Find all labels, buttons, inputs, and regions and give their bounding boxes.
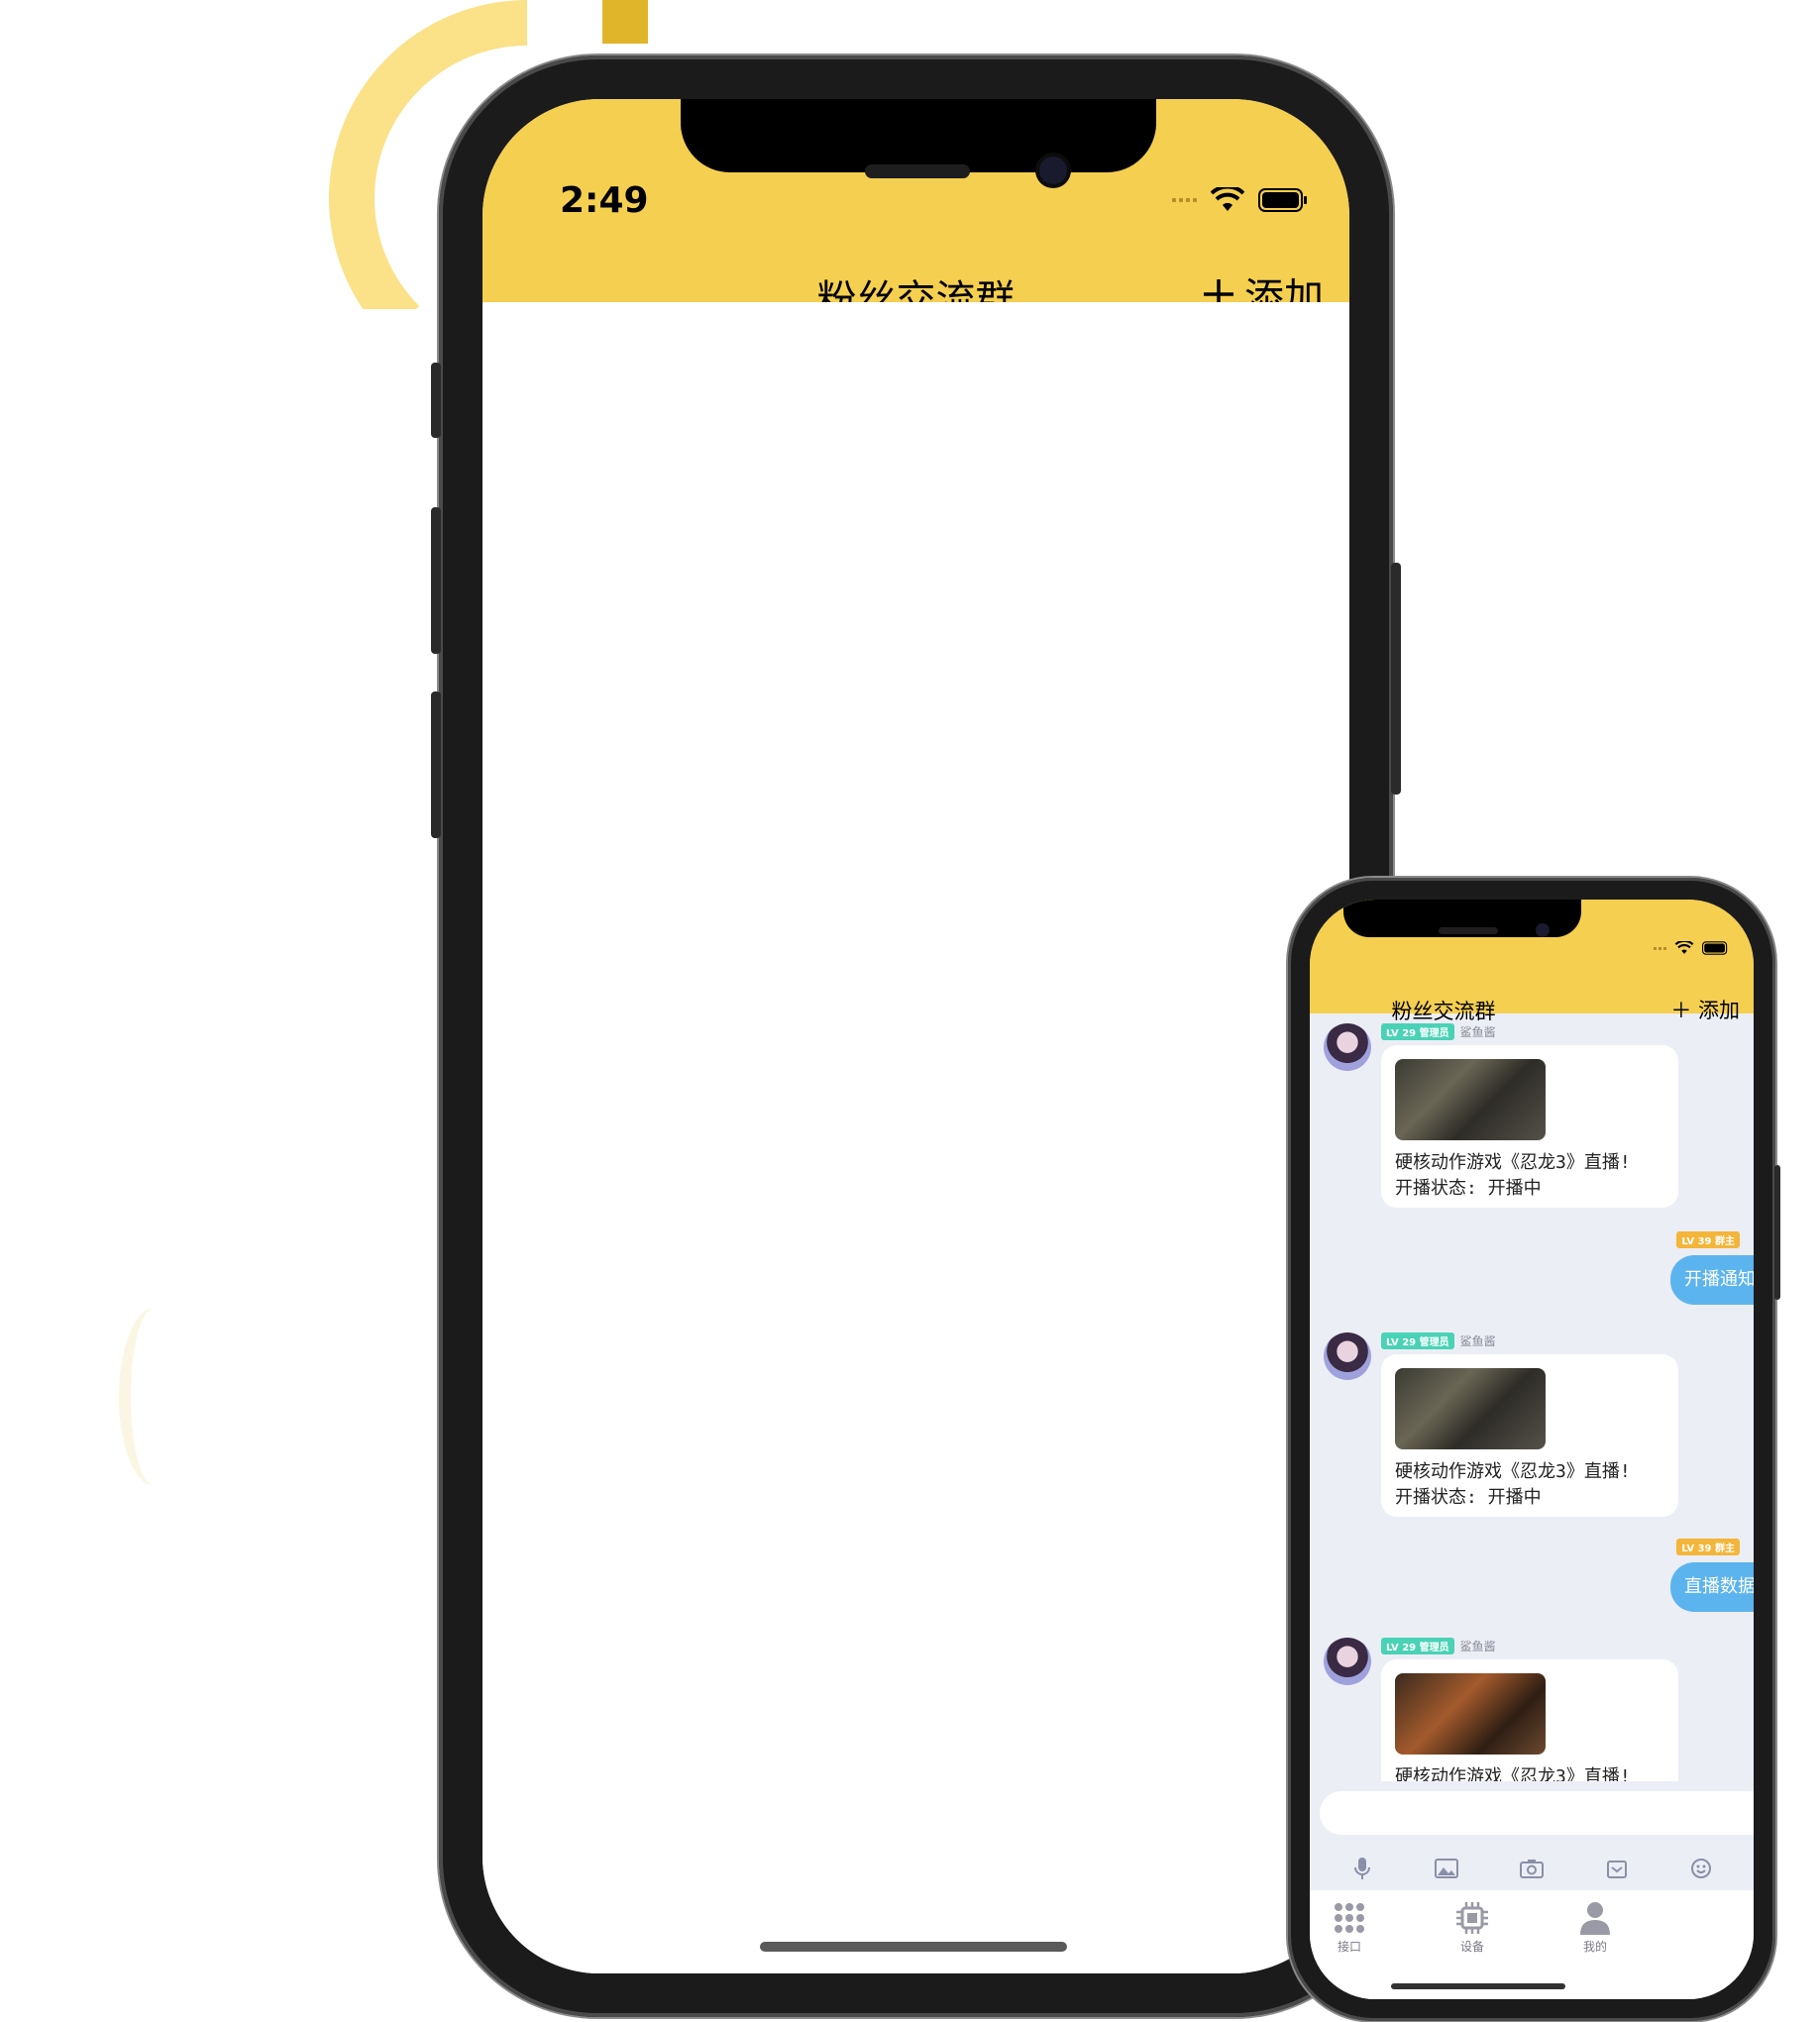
level-badge: LV 29 管理员	[1381, 1638, 1454, 1654]
user-icon	[1555, 1898, 1635, 1938]
home-indicator[interactable]	[760, 1942, 1067, 1952]
tab-label: 接口	[1337, 1940, 1361, 1954]
signal-icon	[1172, 198, 1197, 202]
card-title: 硬核动作游戏《忍龙3》直播!	[1395, 1152, 1631, 1173]
front-camera	[1039, 157, 1067, 184]
level-badge: LV 39 群主	[1676, 1539, 1740, 1555]
nickname: 鲨鱼酱	[1459, 1025, 1496, 1039]
chat-message: LV 29 管理员 鲨鱼酱 硬核动作游戏《忍龙3》直播! 开播状态: 开播中	[1324, 1023, 1680, 1212]
live-card[interactable]: 硬核动作游戏《忍龙3》直播! 开播状态: 开播中	[1381, 1354, 1678, 1517]
battery-icon	[1258, 188, 1307, 212]
sender-info: LV 29 管理员 鲨鱼酱	[1381, 1638, 1496, 1654]
chat-message: LV 29 管理员 鲨鱼酱 硬核动作游戏《忍龙3》直播! 开播状态: 开播中	[1324, 1332, 1680, 1521]
level-badge: LV 39 群主	[1676, 1231, 1740, 1248]
tab-device[interactable]: 设备	[1433, 1898, 1512, 1955]
tab-profile[interactable]: 我的	[1555, 1898, 1635, 1955]
live-thumbnail[interactable]	[1395, 1059, 1546, 1140]
content-area	[482, 302, 1349, 1973]
mic-icon[interactable]	[1349, 1857, 1375, 1880]
level-badge: LV 29 管理员	[1381, 1023, 1454, 1040]
live-thumbnail[interactable]	[1395, 1673, 1546, 1755]
card-title: 硬核动作游戏《忍龙3》直播!	[1395, 1461, 1631, 1482]
card-status: 开播状态: 开播中	[1395, 1178, 1542, 1199]
decorative-faint-arc	[119, 1308, 190, 1486]
wifi-icon	[1211, 187, 1244, 211]
phone-frame-large: 2:49 粉丝交流群 添加	[431, 55, 1401, 2017]
live-card[interactable]: 硬核动作游戏《忍龙3》直播! 开播状态: 开播中	[1381, 1045, 1678, 1208]
speaker	[1439, 927, 1498, 934]
notch	[681, 99, 1156, 172]
volume-up-button	[431, 507, 441, 654]
volume-down-button	[431, 692, 441, 838]
decorative-bar	[602, 0, 648, 44]
speaker	[865, 164, 970, 178]
tab-label: 我的	[1582, 1940, 1607, 1954]
status-icons	[1172, 184, 1308, 216]
front-camera	[1536, 923, 1550, 937]
power-button	[1391, 563, 1401, 795]
chip-icon	[1433, 1898, 1512, 1938]
nickname: 鲨鱼酱	[1459, 1334, 1496, 1348]
power-button	[1774, 1165, 1780, 1300]
live-card[interactable]: 硬核动作游戏《忍龙3》直播!	[1381, 1659, 1678, 1781]
avatar[interactable]	[1324, 1332, 1371, 1380]
nickname: 鲨鱼酱	[1459, 1640, 1496, 1653]
message-input[interactable]	[1320, 1791, 1754, 1835]
battery-icon	[1702, 941, 1728, 955]
message-bubble[interactable]: 开播通知	[1670, 1255, 1754, 1305]
signal-icon	[1654, 946, 1666, 950]
camera-icon[interactable]	[1519, 1857, 1545, 1880]
avatar[interactable]	[1324, 1638, 1371, 1685]
status-icons	[1654, 941, 1730, 955]
level-badge: LV 29 管理员	[1381, 1332, 1454, 1349]
side-button	[431, 363, 441, 438]
chat-message: LV 39 群主 直播数据	[1635, 1539, 1754, 1628]
phone-frame-small: 粉丝交流群 ＋ 添加 LV 29 管理员 鲨鱼酱 硬核动作游戏《忍龙3》直播! …	[1288, 878, 1780, 2021]
sender-info: LV 29 管理员 鲨鱼酱	[1381, 1023, 1496, 1040]
tab-label: 设备	[1459, 1940, 1484, 1954]
grid-icon	[1310, 1898, 1389, 1938]
screen-small: 粉丝交流群 ＋ 添加 LV 29 管理员 鲨鱼酱 硬核动作游戏《忍龙3》直播! …	[1310, 900, 1754, 1999]
status-time: 2:49	[560, 180, 649, 221]
chat-message: LV 39 群主 开播通知	[1635, 1231, 1754, 1321]
sender-info: LV 29 管理员 鲨鱼酱	[1381, 1332, 1496, 1349]
message-bubble[interactable]: 直播数据	[1670, 1562, 1754, 1612]
screen-large: 2:49 粉丝交流群 添加	[482, 99, 1349, 1973]
home-indicator[interactable]	[1391, 1983, 1565, 1989]
card-status: 开播状态: 开播中	[1395, 1487, 1542, 1508]
image-icon[interactable]	[1434, 1857, 1459, 1880]
live-thumbnail[interactable]	[1395, 1368, 1546, 1449]
tab-interface[interactable]: 接口	[1310, 1898, 1389, 1955]
card-title: 硬核动作游戏《忍龙3》直播!	[1395, 1766, 1631, 1781]
chat-message: LV 29 管理员 鲨鱼酱 硬核动作游戏《忍龙3》直播!	[1324, 1638, 1680, 1781]
gift-icon[interactable]	[1604, 1857, 1630, 1880]
chat-toolbar	[1310, 1847, 1754, 1890]
wifi-icon	[1674, 941, 1694, 954]
avatar[interactable]	[1324, 1023, 1371, 1071]
emoji-icon[interactable]	[1688, 1857, 1714, 1880]
chat-list[interactable]: LV 29 管理员 鲨鱼酱 硬核动作游戏《忍龙3》直播! 开播状态: 开播中 L…	[1310, 1013, 1754, 1781]
